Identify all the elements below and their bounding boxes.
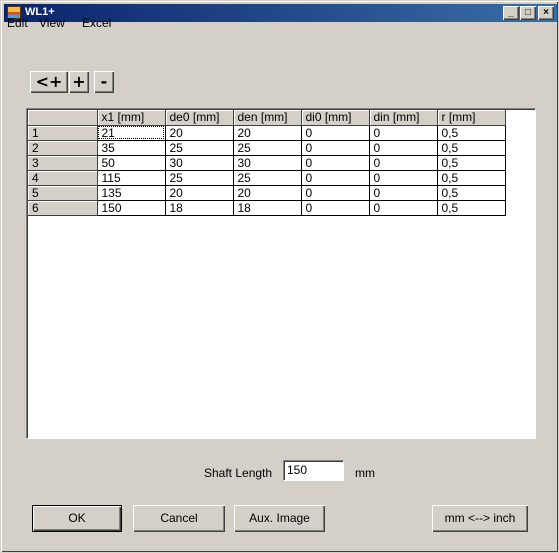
grid-cell[interactable]: 21: [97, 125, 166, 141]
grid-cell[interactable]: 18: [233, 200, 302, 216]
column-header[interactable]: de0 [mm]: [165, 110, 234, 126]
menu-edit[interactable]: Edit: [7, 16, 28, 30]
grid-cell[interactable]: 20: [233, 125, 302, 141]
grid-cell[interactable]: 0: [301, 170, 370, 186]
grid-cell[interactable]: 0,5: [437, 125, 506, 141]
grid-cell[interactable]: 150: [97, 200, 166, 216]
grid-cell[interactable]: 0,5: [437, 185, 506, 201]
grid-cell[interactable]: 20: [233, 185, 302, 201]
data-grid[interactable]: x1 [mm] de0 [mm] den [mm] di0 [mm] din [mm] r…: [26, 108, 536, 439]
grid-cell[interactable]: 18: [165, 200, 234, 216]
table-row: 5 135 20 20 0 0 0,5: [28, 185, 506, 201]
grid-cell[interactable]: 25: [165, 170, 234, 186]
grid-cell[interactable]: 0: [369, 125, 438, 141]
shaft-length-unit: mm: [355, 466, 375, 480]
close-button[interactable]: ×: [538, 6, 554, 20]
grid-cell[interactable]: 0,5: [437, 170, 506, 186]
grid-cell[interactable]: 25: [233, 170, 302, 186]
row-header[interactable]: 4: [28, 170, 98, 186]
insert-row-before-button[interactable]: <+: [30, 71, 68, 93]
table-row: 6 150 18 18 0 0 0,5: [28, 200, 506, 216]
column-header[interactable]: r [mm]: [437, 110, 506, 126]
aux-image-button[interactable]: Aux. Image: [234, 505, 325, 532]
grid-cell[interactable]: 20: [165, 125, 234, 141]
row-header[interactable]: 5: [28, 185, 98, 201]
remove-row-button[interactable]: -: [94, 71, 114, 93]
row-header[interactable]: 1: [28, 125, 98, 141]
shaft-length-label: Shaft Length: [204, 466, 273, 480]
table-row: 4 115 25 25 0 0 0,5: [28, 170, 506, 186]
grid-cell[interactable]: 30: [233, 155, 302, 171]
grid-cell[interactable]: 0: [369, 185, 438, 201]
grid-cell[interactable]: 0: [301, 200, 370, 216]
row-header[interactable]: 6: [28, 200, 98, 216]
shaft-length-input[interactable]: 150: [283, 460, 344, 481]
grid-cell[interactable]: 35: [97, 140, 166, 156]
table-row: 1 21 20 20 0 0 0,5: [28, 125, 506, 141]
column-header[interactable]: den [mm]: [233, 110, 302, 126]
cancel-button[interactable]: Cancel: [133, 505, 225, 532]
grid-cell[interactable]: 0: [369, 200, 438, 216]
grid-cell[interactable]: 0,5: [437, 140, 506, 156]
grid-cell[interactable]: 25: [165, 140, 234, 156]
grid-cell[interactable]: 0: [369, 140, 438, 156]
grid-cell[interactable]: 115: [97, 170, 166, 186]
grid-cell[interactable]: 0,5: [437, 200, 506, 216]
row-header[interactable]: 3: [28, 155, 98, 171]
grid-cell[interactable]: 0: [369, 155, 438, 171]
grid-cell[interactable]: 25: [233, 140, 302, 156]
grid-corner-cell[interactable]: [28, 110, 98, 126]
grid-cell[interactable]: 0: [301, 140, 370, 156]
ok-button[interactable]: OK: [32, 505, 122, 532]
grid-cell[interactable]: 30: [165, 155, 234, 171]
grid-cell[interactable]: 0: [301, 155, 370, 171]
grid-cell[interactable]: 0,5: [437, 155, 506, 171]
minimize-button[interactable]: _: [503, 6, 519, 20]
table-row: 3 50 30 30 0 0 0,5: [28, 155, 506, 171]
column-header[interactable]: din [mm]: [369, 110, 438, 126]
grid-cell[interactable]: 135: [97, 185, 166, 201]
mm-inch-toggle-button[interactable]: mm <--> inch: [432, 505, 528, 532]
grid-cell[interactable]: 0: [369, 170, 438, 186]
column-header[interactable]: x1 [mm]: [97, 110, 166, 126]
column-header[interactable]: di0 [mm]: [301, 110, 370, 126]
app-window: WL1+ _ □ × Edit View Excel <+ + - x1 [mm…: [0, 0, 559, 553]
grid-cell[interactable]: 50: [97, 155, 166, 171]
grid-cell[interactable]: 0: [301, 125, 370, 141]
menu-excel[interactable]: Excel: [82, 16, 111, 30]
row-header[interactable]: 2: [28, 140, 98, 156]
table-row: 2 35 25 25 0 0 0,5: [28, 140, 506, 156]
add-row-button[interactable]: +: [69, 71, 89, 93]
maximize-button[interactable]: □: [520, 6, 536, 20]
menu-view[interactable]: View: [39, 16, 65, 30]
grid-cell[interactable]: 0: [301, 185, 370, 201]
grid-cell[interactable]: 20: [165, 185, 234, 201]
grid-header-row: x1 [mm] de0 [mm] den [mm] di0 [mm] din [mm] r…: [28, 110, 506, 126]
